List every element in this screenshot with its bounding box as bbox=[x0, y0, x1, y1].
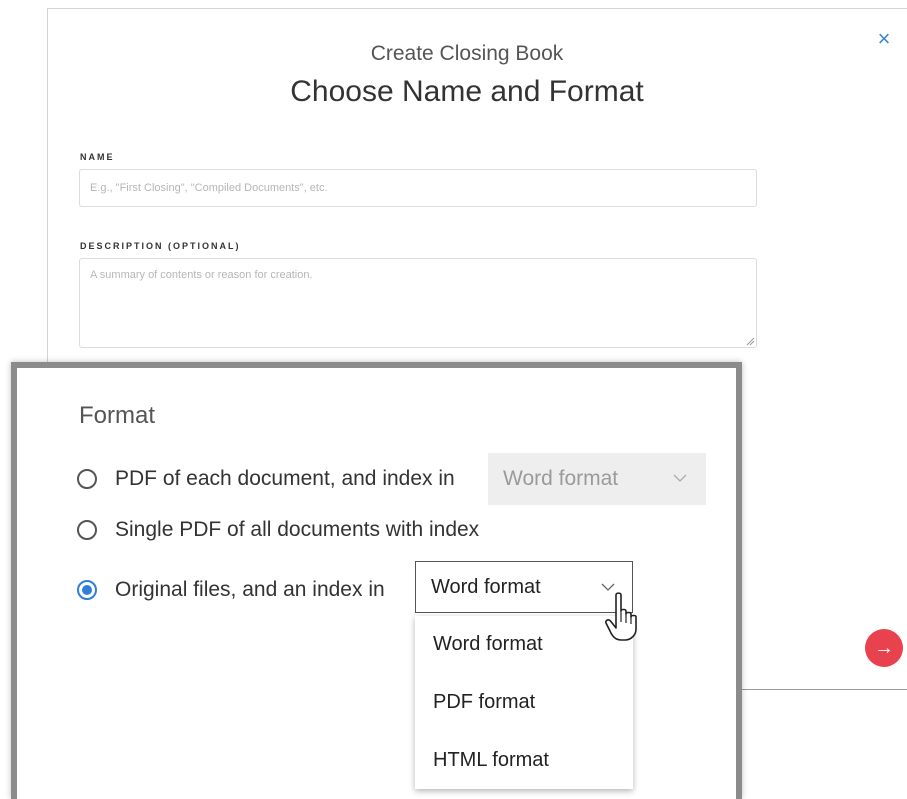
format-option-pdf-each[interactable]: PDF of each document, and index in bbox=[77, 467, 455, 491]
select-value: Word format bbox=[431, 576, 541, 598]
radio-single-pdf[interactable] bbox=[77, 520, 97, 540]
format-option-label: PDF of each document, and index in bbox=[115, 467, 455, 490]
format-option-label: Single PDF of all documents with index bbox=[115, 518, 480, 541]
dialog-subtitle: Create Closing Book bbox=[370, 42, 564, 65]
format-zoom-panel: Format PDF of each document, and index i… bbox=[11, 362, 742, 799]
format-option-original-files[interactable]: Original files, and an index in bbox=[77, 578, 385, 602]
radio-original-files[interactable] bbox=[77, 580, 97, 600]
format-option-single-pdf[interactable]: Single PDF of all documents with index bbox=[77, 518, 479, 542]
select-value: Word format bbox=[503, 467, 619, 490]
dropdown-option-html[interactable]: HTML format bbox=[433, 749, 549, 772]
chevron-down-icon bbox=[673, 474, 687, 482]
arrow-right-icon: → bbox=[874, 637, 894, 659]
description-label: DESCRIPTION (OPTIONAL) bbox=[80, 241, 241, 251]
dropdown-option-pdf[interactable]: PDF format bbox=[433, 691, 535, 714]
hand-pointer-cursor bbox=[605, 592, 637, 641]
index-format-select-disabled: Word format bbox=[488, 453, 706, 505]
radio-pdf-each[interactable] bbox=[77, 469, 97, 489]
description-textarea[interactable] bbox=[79, 258, 757, 348]
dialog-title: Choose Name and Format bbox=[290, 75, 644, 108]
dialog-header: Create Closing Book Choose Name and Form… bbox=[47, 0, 887, 120]
format-heading: Format bbox=[79, 402, 156, 429]
name-label: NAME bbox=[80, 152, 115, 162]
resize-handle-icon[interactable] bbox=[745, 336, 755, 346]
dropdown-option-word[interactable]: Word format bbox=[433, 633, 543, 656]
name-input[interactable] bbox=[79, 169, 757, 207]
index-format-dropdown: Word format PDF format HTML format bbox=[415, 616, 633, 789]
next-button[interactable]: → bbox=[865, 629, 903, 667]
index-format-select[interactable]: Word format bbox=[415, 561, 633, 613]
format-option-label: Original files, and an index in bbox=[115, 578, 385, 601]
